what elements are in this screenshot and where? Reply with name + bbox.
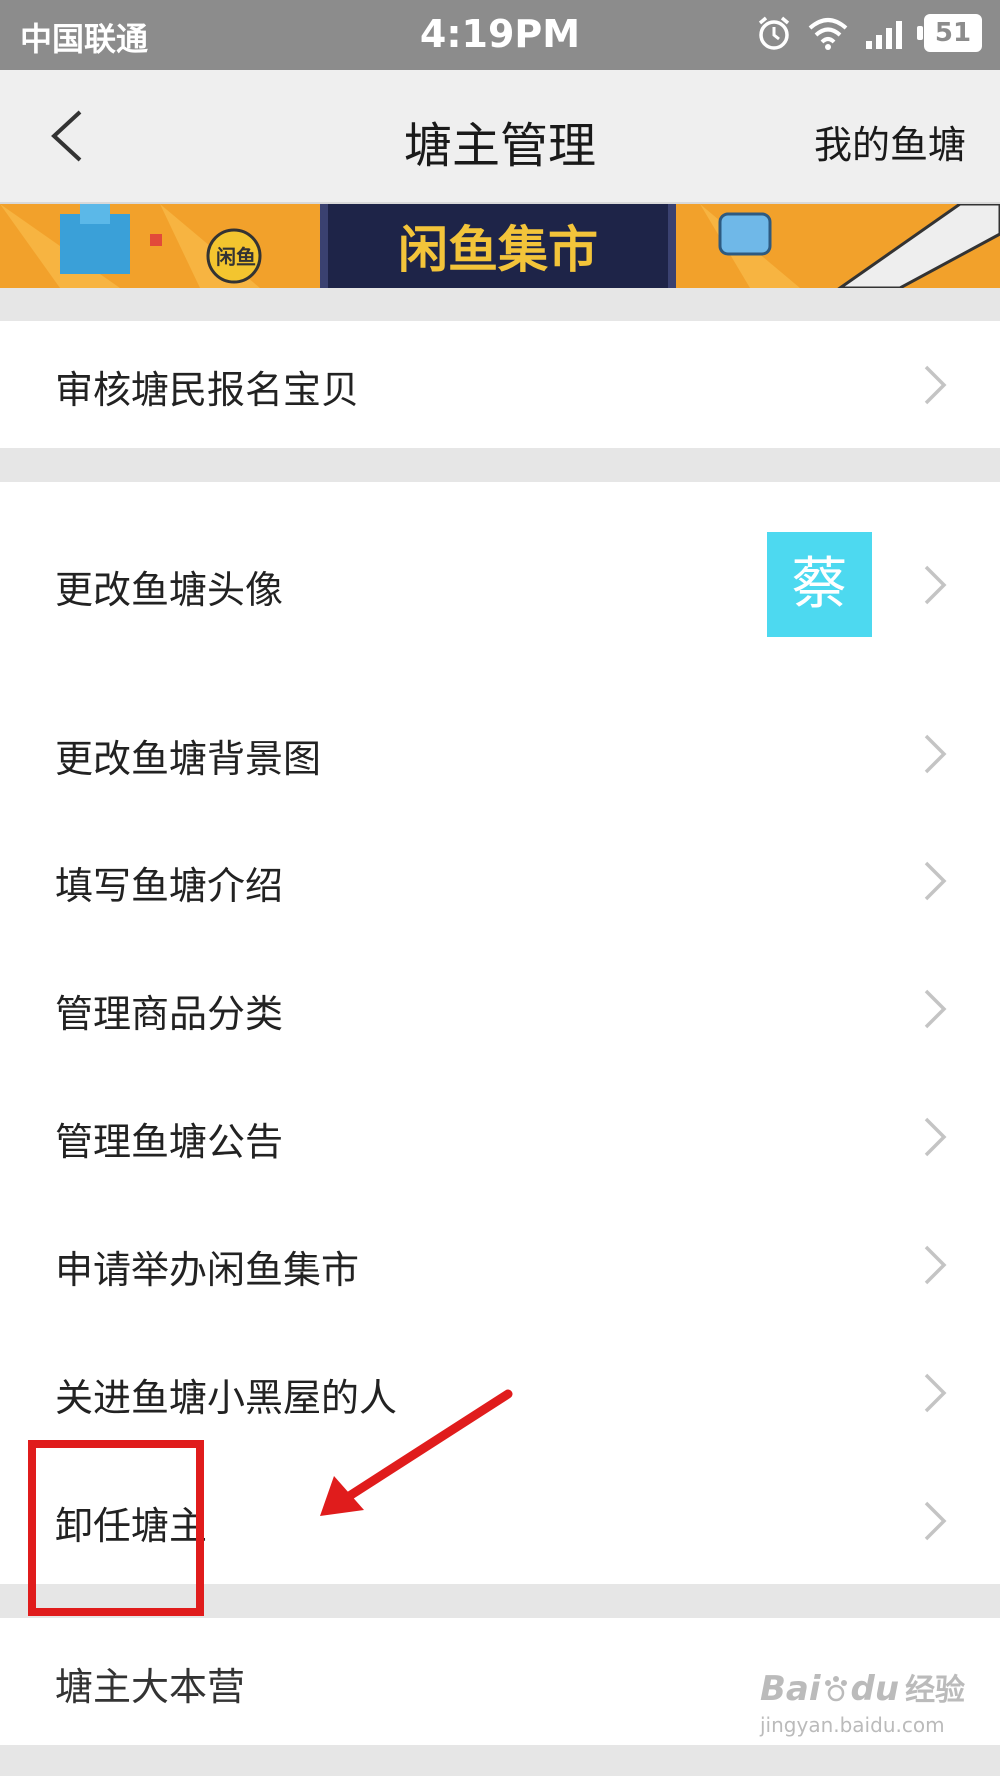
wifi-icon bbox=[808, 18, 848, 50]
menu-item-categories[interactable]: 管理商品分类 bbox=[0, 946, 1000, 1074]
menu-item-label: 管理商品分类 bbox=[55, 992, 284, 1036]
highlight-box bbox=[28, 1440, 204, 1616]
menu-item-review[interactable]: 审核塘民报名宝贝 bbox=[0, 321, 1000, 448]
chevron-right-icon bbox=[924, 989, 947, 1029]
pond-avatar[interactable]: 蔡 bbox=[767, 532, 872, 637]
chevron-right-icon bbox=[924, 1117, 947, 1157]
watermark-brand: Bai bbox=[760, 1669, 821, 1709]
menu-item-intro[interactable]: 填写鱼塘介绍 bbox=[0, 818, 1000, 946]
banner-title: 闲鱼集市 bbox=[398, 221, 598, 279]
watermark-cn: 经验 bbox=[905, 1673, 966, 1708]
menu-item-label: 审核塘民报名宝贝 bbox=[55, 368, 360, 412]
menu-item-background[interactable]: 更改鱼塘背景图 bbox=[0, 688, 1000, 818]
chevron-right-icon bbox=[924, 1245, 947, 1285]
menu-item-label: 塘主大本营 bbox=[55, 1665, 246, 1709]
menu-item-label: 填写鱼塘介绍 bbox=[55, 864, 284, 908]
menu-item-market[interactable]: 申请举办闲鱼集市 bbox=[0, 1202, 1000, 1330]
menu-item-label: 更改鱼塘头像 bbox=[55, 568, 284, 612]
watermark-url: jingyan.baidu.com bbox=[760, 1713, 945, 1737]
chevron-right-icon bbox=[924, 734, 947, 774]
banner-decoration-left: 闲鱼 bbox=[0, 204, 262, 288]
market-banner[interactable]: 闲鱼 闲鱼集市 bbox=[0, 204, 1000, 288]
chevron-right-icon bbox=[924, 861, 947, 901]
menu-item-label: 更改鱼塘背景图 bbox=[55, 737, 322, 781]
signal-icon bbox=[866, 21, 902, 49]
menu-item-announcement[interactable]: 管理鱼塘公告 bbox=[0, 1074, 1000, 1202]
watermark-brand2: du bbox=[850, 1669, 900, 1709]
chevron-right-icon bbox=[924, 1501, 947, 1541]
chevron-right-icon bbox=[924, 1373, 947, 1413]
banner-badge-text: 闲鱼 bbox=[216, 245, 256, 269]
battery-icon: 51 bbox=[917, 14, 982, 52]
nav-bar: 塘主管理 我的鱼塘 bbox=[0, 70, 1000, 204]
menu-item-label: 管理鱼塘公告 bbox=[55, 1120, 284, 1164]
annotation-arrow bbox=[320, 1389, 513, 1516]
chevron-right-icon bbox=[924, 565, 947, 605]
my-pond-link[interactable]: 我的鱼塘 bbox=[814, 114, 966, 169]
paw-icon bbox=[824, 1676, 847, 1702]
banner-decoration-right bbox=[700, 204, 1000, 288]
baidu-watermark: Bai du 经验 jingyan.baidu.com bbox=[760, 1665, 990, 1765]
status-bar: 中国联通 4:19PM 51 bbox=[0, 0, 1000, 70]
banner-board: 闲鱼集市 bbox=[320, 204, 676, 288]
menu-item-label: 申请举办闲鱼集市 bbox=[55, 1248, 360, 1292]
alarm-icon bbox=[758, 16, 790, 50]
chevron-right-icon bbox=[924, 365, 947, 405]
status-icons: 51 bbox=[756, 14, 982, 52]
